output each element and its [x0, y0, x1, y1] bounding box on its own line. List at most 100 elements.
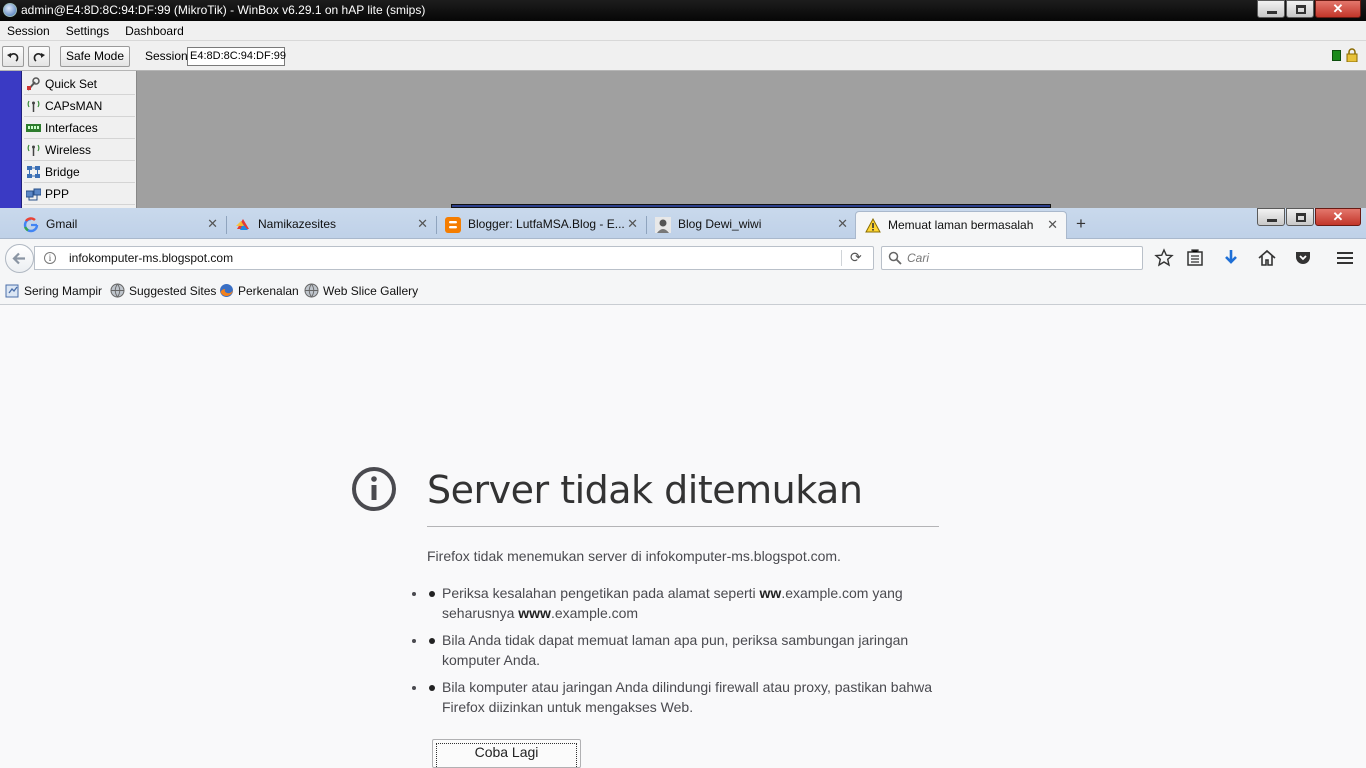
sidebar-item-ppp[interactable]: PPP: [24, 183, 135, 205]
tab-close-icon[interactable]: ✕: [1047, 212, 1058, 238]
globe-icon: [304, 283, 319, 298]
winbox-title: admin@E4:8D:8C:94:DF:99 (MikroTik) - Win…: [21, 3, 426, 17]
url-bar[interactable]: i infokomputer-ms.blogspot.com ⟳: [34, 246, 874, 270]
bookmark-label: Web Slice Gallery: [323, 284, 419, 298]
url-separator: [841, 250, 842, 266]
maximize-icon: [1296, 213, 1306, 222]
sidebar-item-wireless[interactable]: Wireless: [24, 139, 135, 161]
blog-avatar-icon: [655, 217, 671, 233]
session-field[interactable]: E4:8D:8C:94:DF:99: [187, 47, 286, 66]
bookmark-web-slice-gallery[interactable]: Web Slice Gallery: [304, 283, 418, 299]
warning-icon: [865, 218, 881, 233]
winbox-window: admin@E4:8D:8C:94:DF:99 (MikroTik) - Win…: [0, 0, 1366, 208]
ppp-icon: [26, 188, 41, 201]
firefox-icon: [220, 284, 233, 297]
bookmark-label: Perkenalan: [238, 284, 299, 298]
firefox-close-button[interactable]: ✕: [1315, 208, 1361, 226]
namikaze-icon: [236, 219, 249, 230]
firefox-window: Gmail ✕ Namikazesites ✕ Blogger: LutfaMS…: [0, 208, 1366, 768]
home-icon[interactable]: [1257, 248, 1277, 268]
reload-icon[interactable]: ⟳: [850, 249, 862, 266]
menu-session[interactable]: Session: [7, 24, 50, 38]
bridge-icon: [27, 166, 40, 178]
tab-close-icon[interactable]: ✕: [627, 211, 638, 237]
tab-label: Memuat laman bermasalah: [888, 218, 1034, 232]
search-bar[interactable]: Cari: [881, 246, 1143, 270]
reading-list-icon[interactable]: [1185, 248, 1205, 268]
undo-button[interactable]: [2, 46, 24, 67]
firefox-minimize-button[interactable]: [1257, 208, 1285, 226]
menu-settings[interactable]: Settings: [66, 24, 109, 38]
tab-gmail[interactable]: Gmail ✕: [14, 211, 226, 239]
tab-close-icon[interactable]: ✕: [417, 211, 428, 237]
suggestion-text: Periksa kesalahan pengetikan pada alamat…: [442, 585, 760, 601]
tab-close-icon[interactable]: ✕: [207, 211, 218, 237]
tab-error-active[interactable]: Memuat laman bermasalah ✕: [855, 211, 1067, 240]
winbox-menu-bar: Session Settings Dashboard: [0, 21, 1366, 41]
suggestion-bold: www: [518, 605, 551, 621]
new-tab-button[interactable]: +: [1076, 214, 1086, 234]
search-icon: [888, 251, 902, 265]
url-text[interactable]: infokomputer-ms.blogspot.com: [69, 247, 233, 269]
error-suggestions: Periksa kesalahan pengetikan pada alamat…: [427, 583, 939, 724]
safe-mode-button[interactable]: Safe Mode: [60, 46, 130, 67]
info-icon: [352, 467, 396, 511]
sidebar-brand-bar: [0, 71, 22, 208]
suggestion-item: Periksa kesalahan pengetikan pada alamat…: [427, 583, 939, 623]
tab-label: Blog Dewi_wiwi: [678, 217, 762, 231]
tab-label: Gmail: [46, 217, 78, 231]
winbox-toolbar: Safe Mode Session: E4:8D:8C:94:DF:99: [0, 41, 1366, 71]
tab-blogger[interactable]: Blogger: LutfaMSA.Blog - E... ✕: [436, 211, 646, 239]
menu-dashboard[interactable]: Dashboard: [125, 24, 184, 38]
tab-close-icon[interactable]: ✕: [837, 211, 848, 237]
winbox-title-bar: admin@E4:8D:8C:94:DF:99 (MikroTik) - Win…: [0, 0, 1366, 21]
antenna-icon: [27, 100, 40, 112]
search-placeholder: Cari: [907, 251, 930, 265]
site-info-icon[interactable]: i: [44, 252, 56, 264]
minimize-button[interactable]: [1257, 0, 1285, 18]
hamburger-menu-icon[interactable]: [1335, 248, 1355, 268]
sidebar-item-label: CAPsMAN: [45, 99, 103, 113]
sidebar-item-label: Interfaces: [45, 121, 98, 135]
title-divider: [427, 526, 939, 527]
close-button[interactable]: ✕: [1315, 0, 1361, 18]
tab-label: Namikazesites: [258, 217, 337, 231]
bookmark-perkenalan[interactable]: Perkenalan: [219, 283, 299, 299]
download-icon[interactable]: [1221, 248, 1241, 268]
quick-set-icon: [27, 77, 40, 91]
tab-strip: Gmail ✕ Namikazesites ✕ Blogger: LutfaMS…: [0, 208, 1366, 240]
sidebar-item-capsman[interactable]: CAPsMAN: [24, 95, 135, 117]
google-icon: [23, 217, 39, 233]
sidebar-item-label: Quick Set: [45, 77, 98, 91]
winbox-logo-icon: [3, 3, 17, 17]
back-button[interactable]: [5, 244, 34, 273]
back-arrow-icon: [12, 252, 25, 265]
redo-button[interactable]: [28, 46, 50, 67]
sidebar-item-bridge[interactable]: Bridge: [24, 161, 135, 183]
sidebar-item-label: Bridge: [45, 165, 80, 179]
session-label: Session:: [145, 49, 192, 63]
blogger-icon: [445, 217, 461, 233]
sidebar-item-quick-set[interactable]: Quick Set: [24, 73, 135, 95]
sidebar-item-label: PPP: [45, 187, 70, 201]
pocket-icon[interactable]: [1293, 248, 1313, 268]
suggestion-item: Bila komputer atau jaringan Anda dilindu…: [427, 677, 939, 717]
close-icon: ✕: [1332, 1, 1344, 16]
bookmark-star-icon[interactable]: [1154, 248, 1174, 268]
winbox-workspace: [137, 71, 1366, 208]
sidebar-item-interfaces[interactable]: Interfaces: [24, 117, 135, 139]
bookmark-sering-mampir[interactable]: Sering Mampir: [5, 283, 102, 299]
maximize-button[interactable]: [1286, 0, 1314, 18]
bookmark-label: Suggested Sites: [129, 284, 217, 298]
firefox-maximize-button[interactable]: [1286, 208, 1314, 226]
lock-icon: [1346, 48, 1358, 62]
interfaces-icon: [26, 124, 41, 132]
winbox-sidebar: Quick Set CAPsMAN Interfaces Wireless Br…: [0, 71, 137, 208]
tab-blog-dewi[interactable]: Blog Dewi_wiwi ✕: [646, 211, 856, 239]
maximize-icon: [1296, 5, 1306, 14]
sidebar-item-label: Wireless: [45, 143, 92, 157]
tab-namikazesites[interactable]: Namikazesites ✕: [226, 211, 436, 239]
try-again-button[interactable]: Coba Lagi: [432, 739, 581, 768]
bookmark-suggested-sites[interactable]: Suggested Sites: [110, 283, 216, 299]
bookmarks-toolbar: Sering Mampir Suggested Sites Perkenalan…: [0, 277, 1366, 305]
